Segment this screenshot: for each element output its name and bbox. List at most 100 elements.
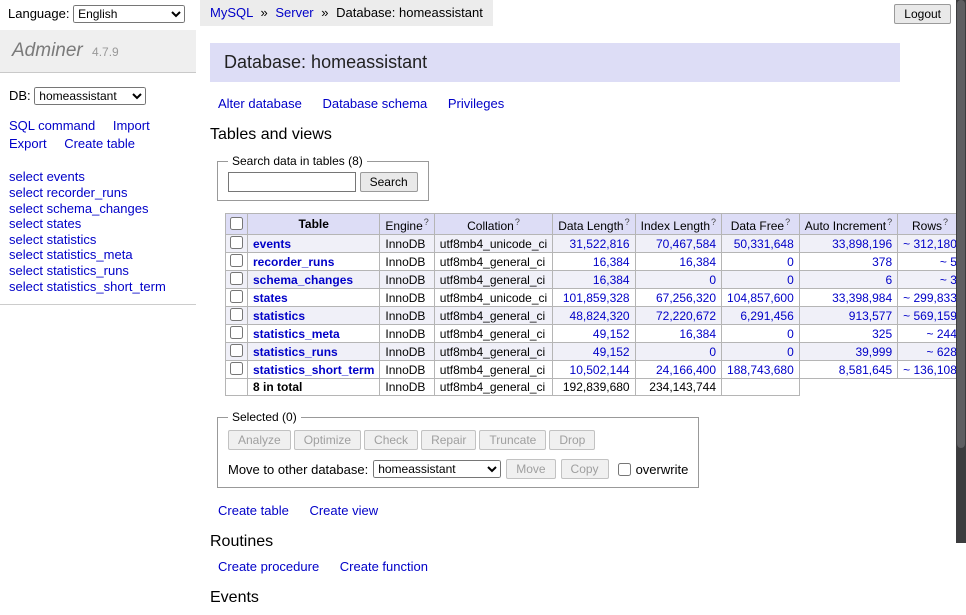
analyze-button[interactable]: Analyze — [228, 430, 291, 450]
selected-fieldset: Selected (0) Analyze Optimize Check Repa… — [217, 410, 699, 488]
table-name-link[interactable]: recorder_runs — [253, 255, 334, 269]
move-button[interactable]: Move — [506, 459, 555, 479]
scrollbar-thumb[interactable] — [957, 0, 965, 448]
app-title: Adminer 4.7.9 — [0, 30, 196, 73]
table-name-cell: states — [248, 289, 380, 307]
sidebar-item-select-states[interactable]: select states — [9, 216, 187, 232]
table-row: statistics_meta InnoDB utf8mb4_general_c… — [226, 325, 966, 343]
select-all-checkbox[interactable] — [230, 217, 243, 230]
move-database-select[interactable]: homeassistant — [373, 460, 501, 478]
language-select[interactable]: English — [73, 5, 185, 23]
check-button[interactable]: Check — [364, 430, 418, 450]
row-checkbox[interactable] — [230, 272, 243, 285]
data-length-cell: 16,384 — [553, 271, 635, 289]
engine-cell: InnoDB — [380, 343, 434, 361]
table-name-link[interactable]: statistics_short_term — [253, 363, 374, 377]
sidebar-link-sql-command[interactable]: SQL command — [9, 118, 95, 133]
rows-count-cell: ~ 569,159 — [898, 307, 963, 325]
sidebar-item-select-events[interactable]: select events — [9, 169, 187, 185]
index-length-cell: 24,166,400 — [635, 361, 721, 379]
sidebar-item-select-statistics-short-term[interactable]: select statistics_short_term — [9, 279, 187, 295]
index-length-cell: 67,256,320 — [635, 289, 721, 307]
row-checkbox[interactable] — [230, 326, 243, 339]
table-name-link[interactable]: statistics_meta — [253, 327, 340, 341]
table-name-cell: recorder_runs — [248, 253, 380, 271]
breadcrumb-mysql-link[interactable]: MySQL — [210, 5, 253, 20]
rows-count-link[interactable]: ~ 312,180 — [903, 237, 957, 251]
row-checkbox[interactable] — [230, 362, 243, 375]
data-free-cell: 104,857,600 — [722, 289, 800, 307]
create-procedure-link[interactable]: Create procedure — [218, 559, 319, 574]
index-length-cell: 70,467,584 — [635, 235, 721, 253]
search-button[interactable]: Search — [360, 172, 418, 192]
search-input[interactable] — [228, 172, 356, 192]
row-checkbox[interactable] — [230, 236, 243, 249]
repair-button[interactable]: Repair — [421, 430, 476, 450]
truncate-button[interactable]: Truncate — [479, 430, 546, 450]
create-table-link[interactable]: Create table — [218, 503, 289, 518]
sidebar-item-select-statistics-runs[interactable]: select statistics_runs — [9, 263, 187, 279]
alter-database-link[interactable]: Alter database — [218, 96, 302, 111]
data-length-help-link[interactable]: ? — [625, 217, 630, 227]
rows-help-link[interactable]: ? — [943, 217, 948, 227]
rows-count-link[interactable]: ~ 3 — [940, 273, 957, 287]
rows-count-cell: ~ 5 — [898, 253, 963, 271]
index-length-cell: 16,384 — [635, 325, 721, 343]
copy-button[interactable]: Copy — [561, 459, 609, 479]
sidebar-link-export[interactable]: Export — [9, 136, 47, 151]
data-free-help-link[interactable]: ? — [785, 217, 790, 227]
rows-count-cell: ~ 312,180 — [898, 235, 963, 253]
collation-help-link[interactable]: ? — [515, 217, 520, 227]
rows-count-cell: ~ 244 — [898, 325, 963, 343]
table-name-link[interactable]: schema_changes — [253, 273, 353, 287]
sidebar-item-select-statistics-meta[interactable]: select statistics_meta — [9, 247, 187, 263]
sidebar-link-create-table[interactable]: Create table — [64, 136, 135, 151]
create-view-link[interactable]: Create view — [309, 503, 378, 518]
table-name-link[interactable]: statistics_runs — [253, 345, 338, 359]
index-length-help-link[interactable]: ? — [711, 217, 716, 227]
table-header-row: Table Engine? Collation? Data Length? In… — [226, 214, 966, 235]
sidebar-item-select-recorder-runs[interactable]: select recorder_runs — [9, 185, 187, 201]
overwrite-checkbox[interactable] — [618, 463, 631, 476]
rows-count-cell: ~ 136,108 — [898, 361, 963, 379]
db-select[interactable]: homeassistant — [34, 87, 146, 105]
sidebar-link-import[interactable]: Import — [113, 118, 150, 133]
auto-increment-help-link[interactable]: ? — [887, 217, 892, 227]
sidebar-item-select-statistics[interactable]: select statistics — [9, 232, 187, 248]
database-schema-link[interactable]: Database schema — [322, 96, 427, 111]
db-label: DB: — [9, 88, 31, 103]
engine-help-link[interactable]: ? — [424, 217, 429, 227]
search-fieldset: Search data in tables (8) Search — [217, 154, 429, 201]
row-checkbox[interactable] — [230, 308, 243, 321]
rows-count-link[interactable]: ~ 244 — [927, 327, 957, 341]
table-name-cell: schema_changes — [248, 271, 380, 289]
header-auto-increment-label: Auto Increment — [805, 219, 886, 233]
scrollbar[interactable] — [956, 0, 966, 543]
table-row: statistics_short_term InnoDB utf8mb4_gen… — [226, 361, 966, 379]
row-select-cell — [226, 271, 248, 289]
data-free-cell: 6,291,456 — [722, 307, 800, 325]
engine-cell: InnoDB — [380, 253, 434, 271]
engine-cell: InnoDB — [380, 361, 434, 379]
table-name-link[interactable]: events — [253, 237, 291, 251]
table-name-link[interactable]: states — [253, 291, 288, 305]
data-free-cell: 0 — [722, 325, 800, 343]
create-function-link[interactable]: Create function — [340, 559, 428, 574]
rows-count-link[interactable]: ~ 5 — [940, 255, 957, 269]
row-checkbox[interactable] — [230, 344, 243, 357]
breadcrumb-server-link[interactable]: Server — [275, 5, 313, 20]
collation-cell: utf8mb4_general_ci — [434, 325, 552, 343]
row-checkbox[interactable] — [230, 254, 243, 267]
header-data-length: Data Length? — [553, 214, 635, 235]
privileges-link[interactable]: Privileges — [448, 96, 504, 111]
rows-count-link[interactable]: ~ 628 — [927, 345, 957, 359]
sidebar-item-select-schema-changes[interactable]: select schema_changes — [9, 201, 187, 217]
table-name-link[interactable]: statistics — [253, 309, 305, 323]
optimize-button[interactable]: Optimize — [294, 430, 361, 450]
rows-count-link[interactable]: ~ 136,108 — [903, 363, 957, 377]
drop-button[interactable]: Drop — [549, 430, 595, 450]
row-checkbox[interactable] — [230, 290, 243, 303]
rows-count-link[interactable]: ~ 569,159 — [903, 309, 957, 323]
data-length-cell: 101,859,328 — [553, 289, 635, 307]
rows-count-link[interactable]: ~ 299,833 — [903, 291, 957, 305]
